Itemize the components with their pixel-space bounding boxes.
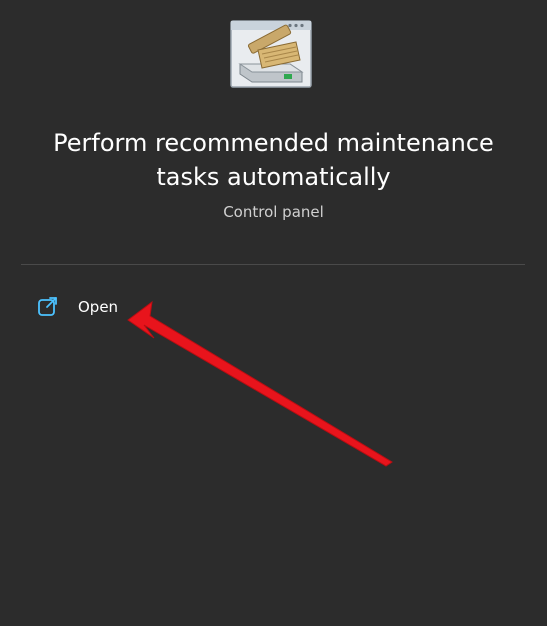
page-subtitle: Control panel bbox=[223, 203, 324, 221]
divider bbox=[21, 264, 525, 265]
open-external-icon bbox=[38, 297, 57, 316]
search-result-panel: Perform recommended maintenance tasks au… bbox=[0, 0, 547, 626]
open-action-label: Open bbox=[78, 298, 119, 316]
page-title: Perform recommended maintenance tasks au… bbox=[53, 129, 494, 191]
disk-cleanup-icon bbox=[230, 20, 312, 88]
open-action-button[interactable]: Open bbox=[30, 290, 520, 324]
